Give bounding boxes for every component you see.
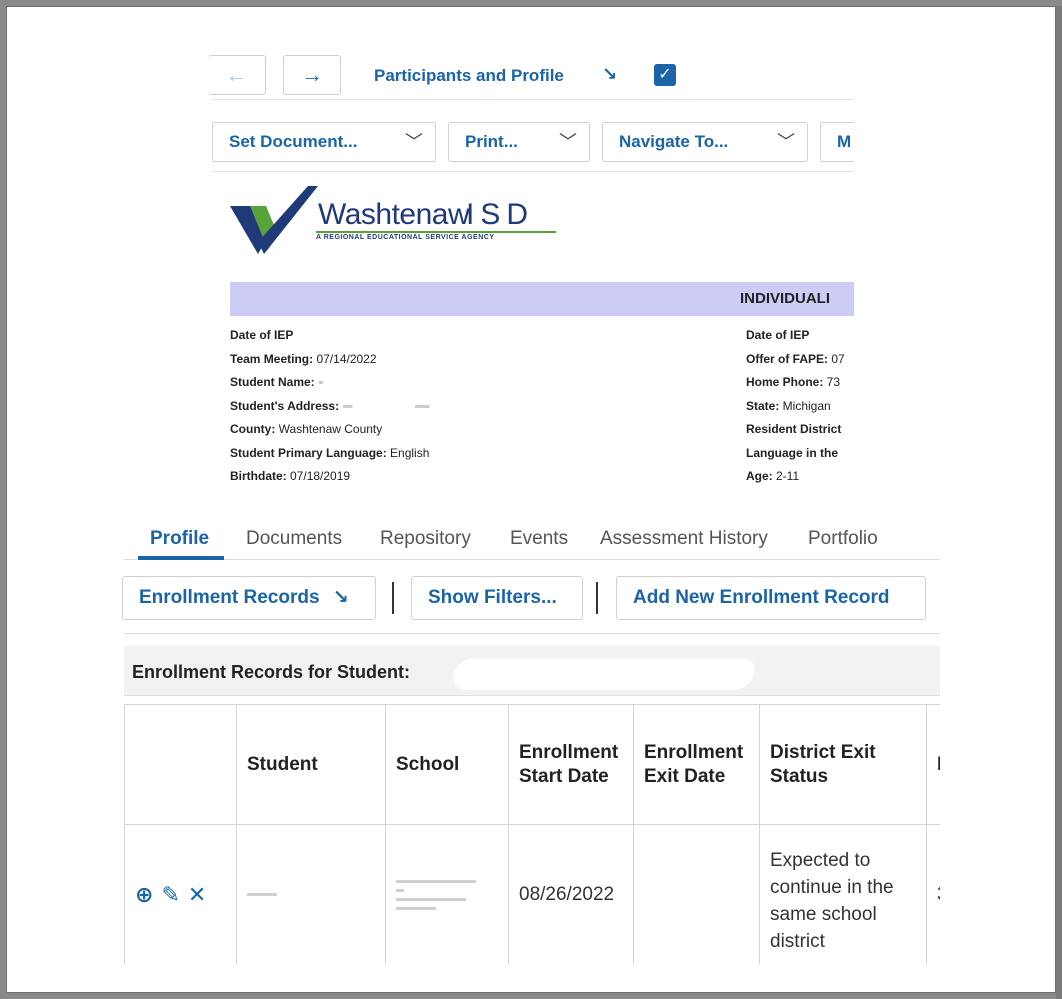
document-left-fields: Date of IEP Team Meeting: 07/14/2022 Stu… [230,324,730,489]
field-age: Age: 2-11 [746,469,800,483]
divider [596,582,598,614]
show-filters-button[interactable]: Show Filters... [411,576,583,620]
chevron-down-icon: ﹀ [777,132,795,152]
active-tab-indicator [138,556,224,560]
field-home-phone: Home Phone: 73 [746,375,841,389]
divider [392,582,394,614]
redacted-school [396,874,496,916]
field-state: State: Michigan [746,398,831,413]
enrollment-records-label: Enrollment Records [139,587,320,608]
field-language-in-home: Language in the [746,445,839,460]
enrollment-table: Student School Enrollment Start Date Enr… [124,704,940,964]
chevron-down-icon: ﹀ [405,132,423,152]
profile-tabs: Profile Documents Repository Events Asse… [124,520,940,560]
cell-district-exit-status: Expected to continue in the same school … [760,825,927,964]
field-team-meeting: Team Meeting: 07/14/2022 [230,351,377,366]
enrollment-records-button[interactable]: Enrollment Records ↘ [122,576,376,620]
column-header-district-exit-status[interactable]: District Exit Status [760,705,927,825]
print-dropdown[interactable]: Print... ﹀ [448,122,590,162]
logo-wordmark: Washtenaw [318,198,470,231]
tab-repository[interactable]: Repository [380,528,471,550]
tab-assessment-history[interactable]: Assessment History [600,528,768,550]
field-birthdate: Birthdate: 07/18/2019 [230,469,351,483]
field-resident-district: Resident District [746,422,842,436]
document-right-fields: Date of IEP Offer of FAPE: 07 Home Phone… [746,324,854,489]
cell-truncated: 3 [927,825,940,964]
enrollment-action-row: Enrollment Records ↘ Show Filters... Add… [122,576,940,634]
print-label: Print... [465,132,518,151]
field-student-name: Student Name: [230,371,730,395]
set-document-dropdown[interactable]: Set Document... ﹀ [212,122,436,162]
section-title-link[interactable]: Participants and Profile [374,66,564,86]
redacted-student [247,887,367,902]
redacted-text [343,404,584,408]
cell-enrollment-exit-date [634,825,760,964]
logo-underline [316,231,556,233]
navigate-to-dropdown[interactable]: Navigate To... ﹀ [602,122,808,162]
tab-events[interactable]: Events [510,528,568,550]
row-actions: ⊕ ✎ ✕ [125,825,237,964]
viewer-menu-row: Set Document... ﹀ Print... ﹀ Navigate To… [212,116,854,172]
back-button[interactable]: ← [208,55,266,95]
field-primary-language: Student Primary Language: English [230,445,430,460]
column-header-school[interactable]: School [386,705,509,825]
field-date-of-iep: Date of IEP [230,328,294,342]
logo-isd: ISD [466,198,535,231]
document-banner: INDIVIDUALI [230,282,854,316]
w-logo-icon [230,186,318,254]
field-date-of-iep-right: Date of IEP [746,328,810,342]
column-header-truncated[interactable]: I I [927,705,940,825]
document-banner-title: INDIVIDUALI [740,290,830,307]
arrow-down-right-icon: ↘ [332,587,349,608]
column-header-actions [125,705,237,825]
add-new-enrollment-record-button[interactable]: Add New Enrollment Record [616,576,926,620]
column-header-student[interactable]: Student [237,705,386,825]
navigate-to-label: Navigate To... [619,132,729,151]
more-dropdown[interactable]: M [820,122,854,162]
field-county: County: Washtenaw County [230,422,383,436]
chevron-down-icon: ﹀ [559,132,577,152]
redacted-text [318,381,323,385]
cell-student [237,825,386,964]
tab-documents[interactable]: Documents [246,528,342,550]
pencil-icon[interactable]: ✎ [161,881,179,908]
section-checkbox[interactable]: ✓ [654,64,676,86]
enrollment-records-title: Enrollment Records for Student: [132,662,411,682]
redacted-student-name [449,658,759,690]
close-icon[interactable]: ✕ [188,881,206,908]
column-header-enrollment-start-date[interactable]: Enrollment Start Date [509,705,634,825]
arrow-left-icon: ← [225,62,248,87]
viewer-nav-row: ← → Participants and Profile ↘ ✓ [208,52,854,100]
washtenaw-isd-logo: Washtenaw ISD A REGIONAL EDUCATIONAL SER… [228,184,568,256]
forward-button[interactable]: → [283,55,341,95]
cell-enrollment-start-date: 08/26/2022 [509,825,634,964]
arrow-right-icon: → [301,62,323,87]
field-offer-of-fape: Offer of FAPE: 07 [746,351,845,366]
tab-portfolio[interactable]: Portfolio [808,528,878,550]
column-header-enrollment-exit-date[interactable]: Enrollment Exit Date [634,705,760,825]
enrollment-records-header: Enrollment Records for Student: [124,646,940,696]
zoom-in-icon[interactable]: ⊕ [135,881,153,908]
tab-profile[interactable]: Profile [150,528,209,550]
more-label: M [837,132,852,151]
arrow-down-right-icon[interactable]: ↘ [602,64,617,85]
cell-school [386,825,509,964]
set-document-label: Set Document... [229,132,358,151]
logo-subtitle: A REGIONAL EDUCATIONAL SERVICE AGENCY [316,234,495,241]
frame-shadow [1056,6,1062,999]
field-student-address: Student's Address: [230,395,730,419]
